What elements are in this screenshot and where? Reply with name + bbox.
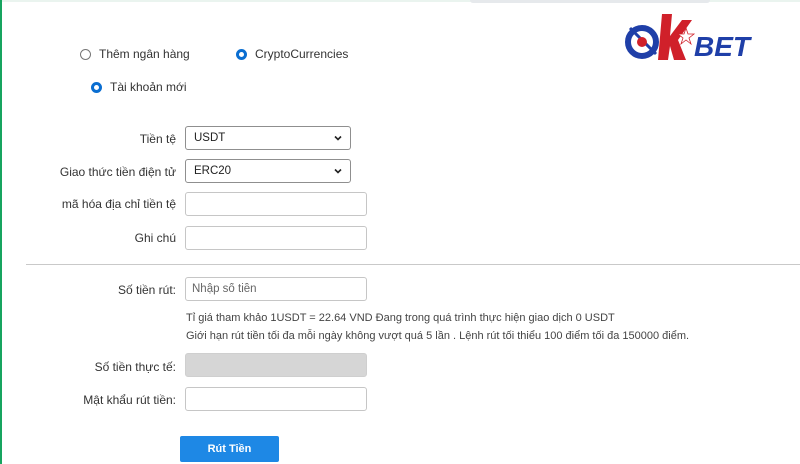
address-label: mã hóa địa chỉ tiền tệ bbox=[61, 197, 176, 211]
radio-checked-icon bbox=[91, 81, 102, 93]
withdraw-limit-text: Giới hạn rút tiền tối đa mỗi ngày không … bbox=[186, 330, 690, 342]
protocol-select-value: ERC20 bbox=[194, 165, 232, 177]
radio-new-account[interactable]: Tài khoản mới bbox=[91, 80, 187, 94]
withdraw-password-label: Mật khẩu rút tiền: bbox=[83, 393, 176, 407]
radio-new-account-label: Tài khoản mới bbox=[110, 80, 187, 94]
chevron-down-icon bbox=[334, 135, 342, 141]
logo-text-bet: BET bbox=[694, 31, 753, 62]
currency-label: Tiền tệ bbox=[139, 132, 176, 146]
currency-select[interactable]: USDT bbox=[185, 126, 351, 150]
radio-crypto-label: CryptoCurrencies bbox=[255, 47, 349, 61]
radio-checked-icon bbox=[236, 48, 247, 60]
amount-input[interactable] bbox=[185, 277, 367, 301]
radio-circle-icon bbox=[80, 48, 91, 60]
actual-amount-label: Số tiền thực tế: bbox=[94, 360, 176, 374]
radio-add-bank-label: Thêm ngân hàng bbox=[99, 47, 190, 61]
radio-add-bank[interactable]: Thêm ngân hàng bbox=[80, 47, 190, 61]
address-input[interactable] bbox=[185, 192, 367, 216]
left-border bbox=[0, 0, 2, 464]
currency-select-value: USDT bbox=[194, 132, 226, 144]
protocol-label: Giao thức tiền điện tử bbox=[59, 165, 176, 179]
chevron-down-icon bbox=[334, 168, 342, 174]
note-input[interactable] bbox=[185, 226, 367, 250]
actual-amount-input bbox=[185, 353, 367, 377]
amount-label: Số tiền rút: bbox=[117, 283, 176, 297]
top-decoration bbox=[470, 0, 710, 3]
withdraw-password-input[interactable] bbox=[185, 387, 367, 411]
section-divider bbox=[26, 264, 800, 265]
protocol-select[interactable]: ERC20 bbox=[185, 159, 351, 183]
radio-crypto[interactable]: CryptoCurrencies bbox=[236, 47, 348, 61]
okbet-logo: BET bbox=[625, 14, 753, 62]
withdraw-submit-button[interactable]: Rút Tiền bbox=[180, 436, 279, 462]
exchange-rate-text: Tỉ giá tham khảo 1USDT = 22.64 VND Đang … bbox=[186, 312, 615, 324]
note-label: Ghi chú bbox=[134, 231, 176, 245]
